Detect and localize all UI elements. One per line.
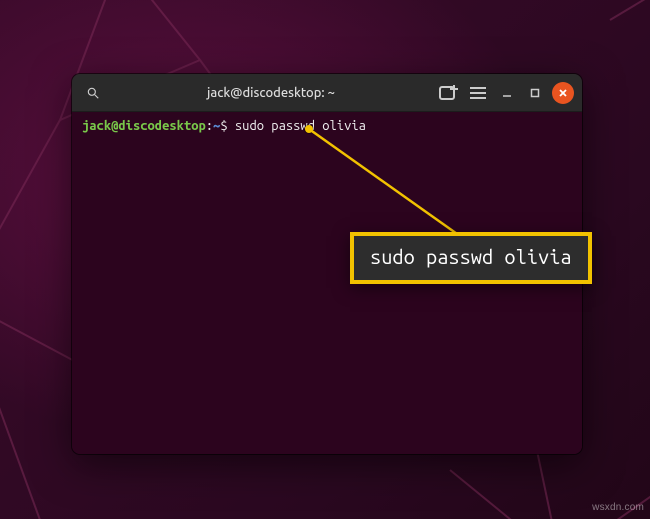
- minimize-button[interactable]: [496, 82, 518, 104]
- watermark-text: wsxdn.com: [592, 502, 644, 513]
- window-titlebar[interactable]: jack@discodesktop: ~: [72, 74, 582, 112]
- window-title: jack@discodesktop: ~: [112, 86, 430, 100]
- annotation-text: sudo passwd olivia: [370, 245, 572, 268]
- prompt-separator: :: [206, 119, 213, 133]
- terminal-line: jack@discodesktop:~$ sudo passwd olivia: [82, 118, 572, 136]
- new-tab-icon[interactable]: [436, 81, 460, 105]
- annotation-callout: sudo passwd olivia: [350, 232, 592, 284]
- terminal-command: sudo passwd olivia: [235, 119, 366, 133]
- prompt-user-host: jack@discodesktop: [82, 119, 206, 133]
- hamburger-menu-icon[interactable]: [466, 81, 490, 105]
- annotation-dot-icon: [305, 125, 313, 133]
- close-button[interactable]: [552, 82, 574, 104]
- search-icon[interactable]: [80, 80, 106, 106]
- maximize-button[interactable]: [524, 82, 546, 104]
- prompt-symbol: $: [220, 119, 227, 133]
